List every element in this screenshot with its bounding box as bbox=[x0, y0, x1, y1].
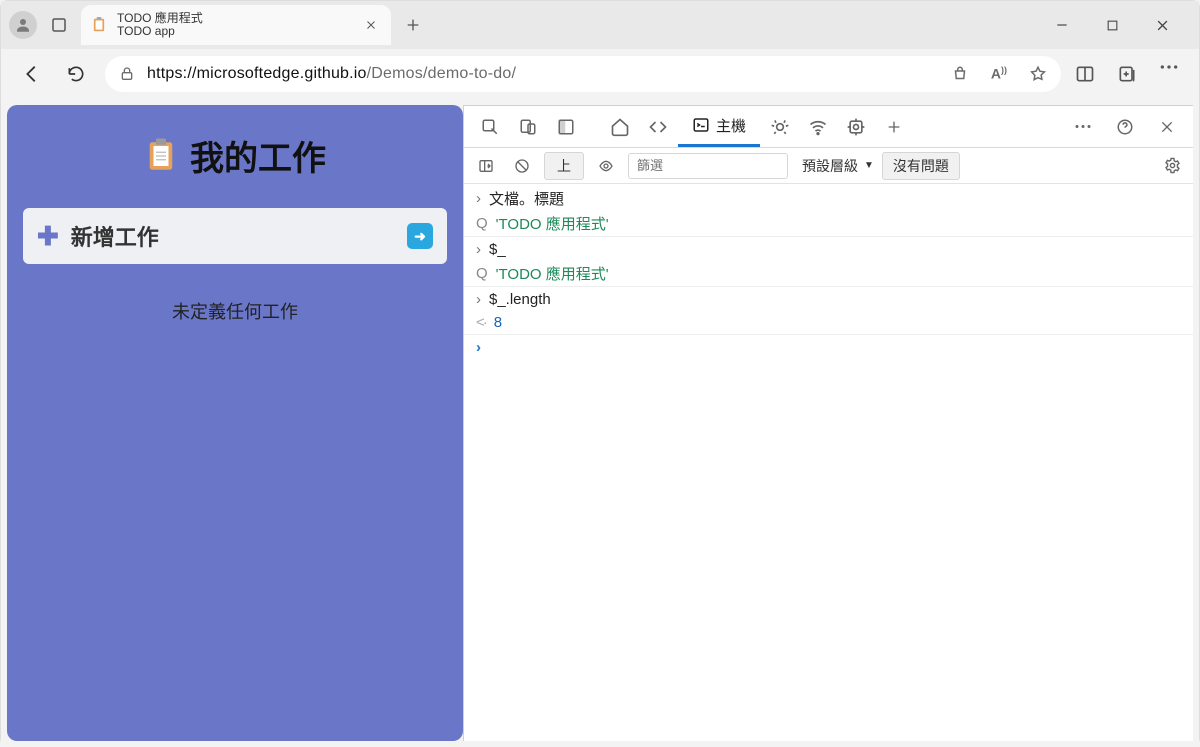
devtools-panel: 主機 上 預設層級 ▼ 沒有問題 ›文 bbox=[463, 105, 1193, 741]
console-result: 'TODO 應用程式' bbox=[496, 263, 609, 284]
chevron-down-icon: ▼ bbox=[864, 160, 874, 171]
help-icon[interactable] bbox=[1107, 107, 1143, 147]
elements-tab-icon[interactable] bbox=[640, 107, 676, 147]
page-heading-text: 我的工作 bbox=[190, 131, 326, 180]
address-bar: https://microsoftedge.github.io/Demos/de… bbox=[1, 49, 1199, 99]
issues-button[interactable]: 沒有問題 bbox=[882, 152, 960, 180]
page-title: 我的工作 bbox=[144, 131, 326, 180]
console-input-row: › $_ bbox=[464, 237, 1193, 261]
toggle-sidebar-icon[interactable] bbox=[472, 152, 500, 180]
console-expr: $_ bbox=[489, 241, 506, 258]
network-tab-icon[interactable] bbox=[800, 107, 836, 147]
plus-icon: ✚ bbox=[37, 221, 59, 252]
active-prompt-icon: › bbox=[476, 339, 481, 356]
overflow-icon[interactable] bbox=[1065, 107, 1101, 147]
shopping-icon[interactable] bbox=[951, 65, 969, 83]
sources-tab-icon[interactable] bbox=[762, 107, 798, 147]
close-tab-button[interactable] bbox=[361, 15, 381, 35]
profile-avatar[interactable] bbox=[9, 11, 37, 39]
console-result: 8 bbox=[494, 314, 502, 331]
console-output-row: <· 8 bbox=[464, 311, 1193, 335]
console-settings-icon[interactable] bbox=[1159, 153, 1185, 179]
split-screen-icon[interactable] bbox=[1075, 64, 1095, 84]
console-expr: 文檔。標題 bbox=[489, 188, 564, 209]
add-task-card[interactable]: ✚ 新增工作 ➜ bbox=[23, 208, 447, 264]
log-level-selector[interactable]: 預設層級 ▼ bbox=[802, 156, 874, 176]
clear-console-icon[interactable] bbox=[508, 152, 536, 180]
back-button[interactable] bbox=[17, 59, 47, 89]
console-toolbar: 上 預設層級 ▼ 沒有問題 bbox=[464, 148, 1193, 184]
console-expr: $_.length bbox=[489, 291, 551, 308]
devtools-tab-strip: 主機 bbox=[464, 106, 1193, 148]
empty-state-text: 未定義任何工作 bbox=[172, 298, 298, 324]
console-output-row: Q 'TODO 應用程式' bbox=[464, 211, 1193, 237]
console-input-row: › 文檔。標題 bbox=[464, 186, 1193, 211]
prompt-icon: › bbox=[476, 291, 481, 308]
dock-icon[interactable] bbox=[548, 107, 584, 147]
tab-title-line2: TODO app bbox=[117, 25, 203, 38]
read-aloud-icon[interactable]: A)) bbox=[991, 65, 1007, 83]
console-tab[interactable]: 主機 bbox=[678, 106, 760, 147]
inspect-icon[interactable] bbox=[472, 107, 508, 147]
tab-actions-icon[interactable] bbox=[45, 11, 73, 39]
url-path: /Demos/demo-to-do/ bbox=[367, 65, 516, 82]
todo-app-page: 我的工作 ✚ 新增工作 ➜ 未定義任何工作 bbox=[7, 105, 463, 741]
prompt-icon: › bbox=[476, 190, 481, 207]
more-tabs-icon[interactable] bbox=[876, 107, 912, 147]
content-area: 我的工作 ✚ 新增工作 ➜ 未定義任何工作 主機 bbox=[1, 99, 1199, 747]
console-input-row: › $_.length bbox=[464, 287, 1193, 311]
output-arrow-icon: <· bbox=[476, 314, 486, 331]
browser-tab-strip: TODO 應用程式 TODO app bbox=[1, 1, 1199, 49]
console-output-row: Q 'TODO 應用程式' bbox=[464, 261, 1193, 287]
context-selector[interactable]: 上 bbox=[544, 152, 584, 180]
url-field[interactable]: https://microsoftedge.github.io/Demos/de… bbox=[105, 56, 1061, 92]
live-expression-icon[interactable] bbox=[592, 152, 620, 180]
window-controls bbox=[1049, 12, 1191, 38]
console-output[interactable]: › 文檔。標題 Q 'TODO 應用程式' › $_ Q 'TODO 應用程式' › $_… bbox=[464, 184, 1193, 741]
console-result: 'TODO 應用程式' bbox=[496, 213, 609, 234]
clipboard-icon bbox=[91, 17, 107, 33]
lock-icon bbox=[119, 66, 135, 82]
performance-tab-icon[interactable] bbox=[838, 107, 874, 147]
close-devtools-button[interactable] bbox=[1149, 107, 1185, 147]
log-level-label: 預設層級 bbox=[802, 156, 858, 176]
output-prefix: Q bbox=[476, 215, 488, 232]
device-toggle-icon[interactable] bbox=[510, 107, 546, 147]
browser-tab[interactable]: TODO 應用程式 TODO app bbox=[81, 5, 391, 45]
favorite-icon[interactable] bbox=[1029, 65, 1047, 83]
new-tab-button[interactable] bbox=[399, 11, 427, 39]
refresh-button[interactable] bbox=[61, 59, 91, 89]
close-window-button[interactable] bbox=[1149, 12, 1175, 38]
more-icon[interactable] bbox=[1159, 64, 1179, 84]
url-text: https://microsoftedge.github.io/Demos/de… bbox=[147, 65, 939, 83]
output-prefix: Q bbox=[476, 265, 488, 282]
filter-input[interactable] bbox=[628, 153, 788, 179]
clipboard-icon bbox=[144, 136, 178, 176]
add-task-label: 新增工作 bbox=[71, 220, 159, 252]
console-tab-label: 主機 bbox=[716, 115, 746, 136]
submit-task-button[interactable]: ➜ bbox=[407, 223, 433, 249]
console-prompt-row[interactable]: › bbox=[464, 335, 1193, 359]
prompt-icon: › bbox=[476, 241, 481, 258]
url-host: https://microsoftedge.github.io bbox=[147, 65, 367, 82]
minimize-button[interactable] bbox=[1049, 12, 1075, 38]
collections-icon[interactable] bbox=[1117, 64, 1137, 84]
welcome-tab-icon[interactable] bbox=[602, 107, 638, 147]
tab-title: TODO 應用程式 TODO app bbox=[117, 12, 203, 37]
maximize-button[interactable] bbox=[1099, 12, 1125, 38]
